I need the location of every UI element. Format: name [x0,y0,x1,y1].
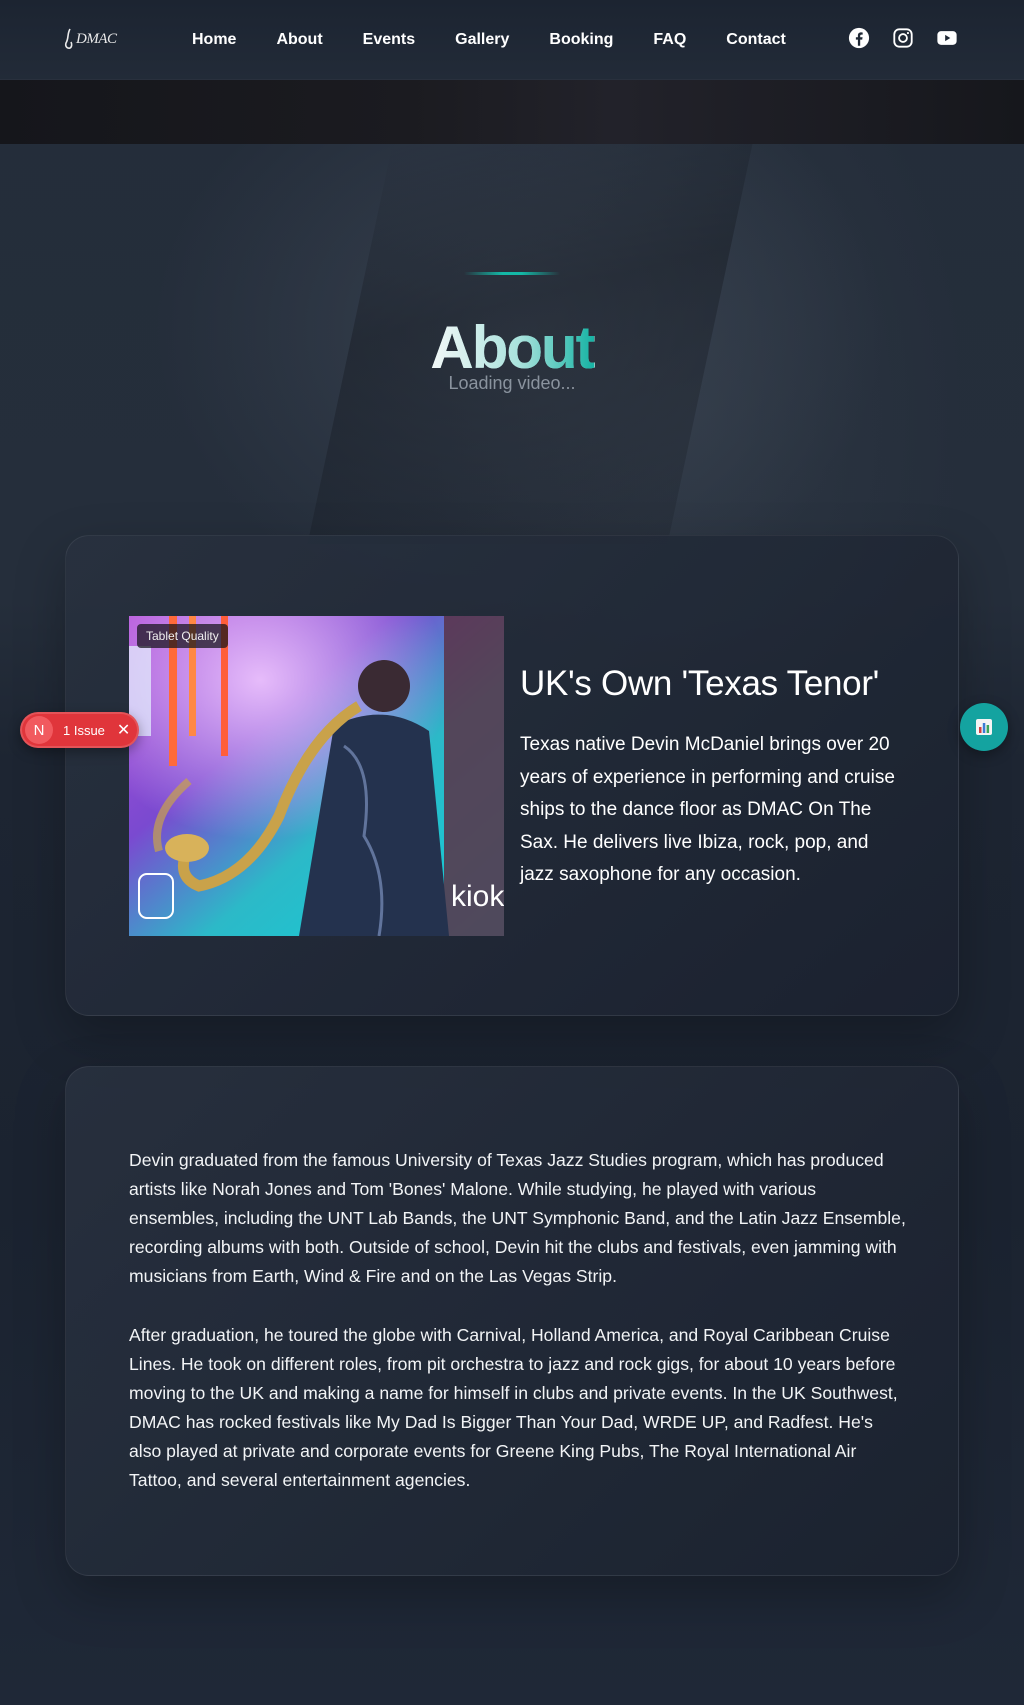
youtube-icon[interactable] [936,27,958,49]
nav-events[interactable]: Events [363,31,415,49]
top-navigation: DMAC Home About Events Gallery Booking F… [0,0,1024,80]
saxophone-logo-icon [64,28,73,49]
nav-faq[interactable]: FAQ [653,31,686,49]
chart-icon [976,719,992,735]
performer-photo: kioki [129,616,504,936]
image-quality-badge: Tablet Quality [137,624,228,648]
close-icon[interactable]: ✕ [117,720,130,740]
facebook-icon[interactable] [848,27,870,49]
title-accent-line [464,272,560,275]
nav-links: Home About Events Gallery Booking FAQ Co… [172,0,806,80]
issues-indicator[interactable]: N 1 Issue ✕ [20,712,139,748]
bio-paragraph: After graduation, he toured the globe wi… [129,1325,898,1490]
issues-label: 1 Issue [63,722,105,738]
hero-video-strip [0,80,1024,144]
nav-home[interactable]: Home [192,31,236,49]
nav-gallery[interactable]: Gallery [455,31,509,49]
intro-heading: UK's Own 'Texas Tenor' [520,664,880,703]
logo-text: DMAC [76,30,117,47]
social-links [848,27,958,49]
dev-tools-logo-icon: N [25,716,53,744]
nav-about[interactable]: About [276,31,322,49]
intro-text: Texas native Devin McDaniel brings over … [520,734,895,885]
video-loading-text: Loading video... [448,373,576,393]
nav-booking[interactable]: Booking [549,31,613,49]
instagram-icon[interactable] [892,27,914,49]
nav-contact[interactable]: Contact [726,31,786,49]
analytics-button[interactable] [960,703,1008,751]
site-logo[interactable]: DMAC [62,26,132,52]
photo-signage: kioki [451,880,504,913]
bio-paragraph: Devin graduated from the famous Universi… [129,1150,906,1286]
